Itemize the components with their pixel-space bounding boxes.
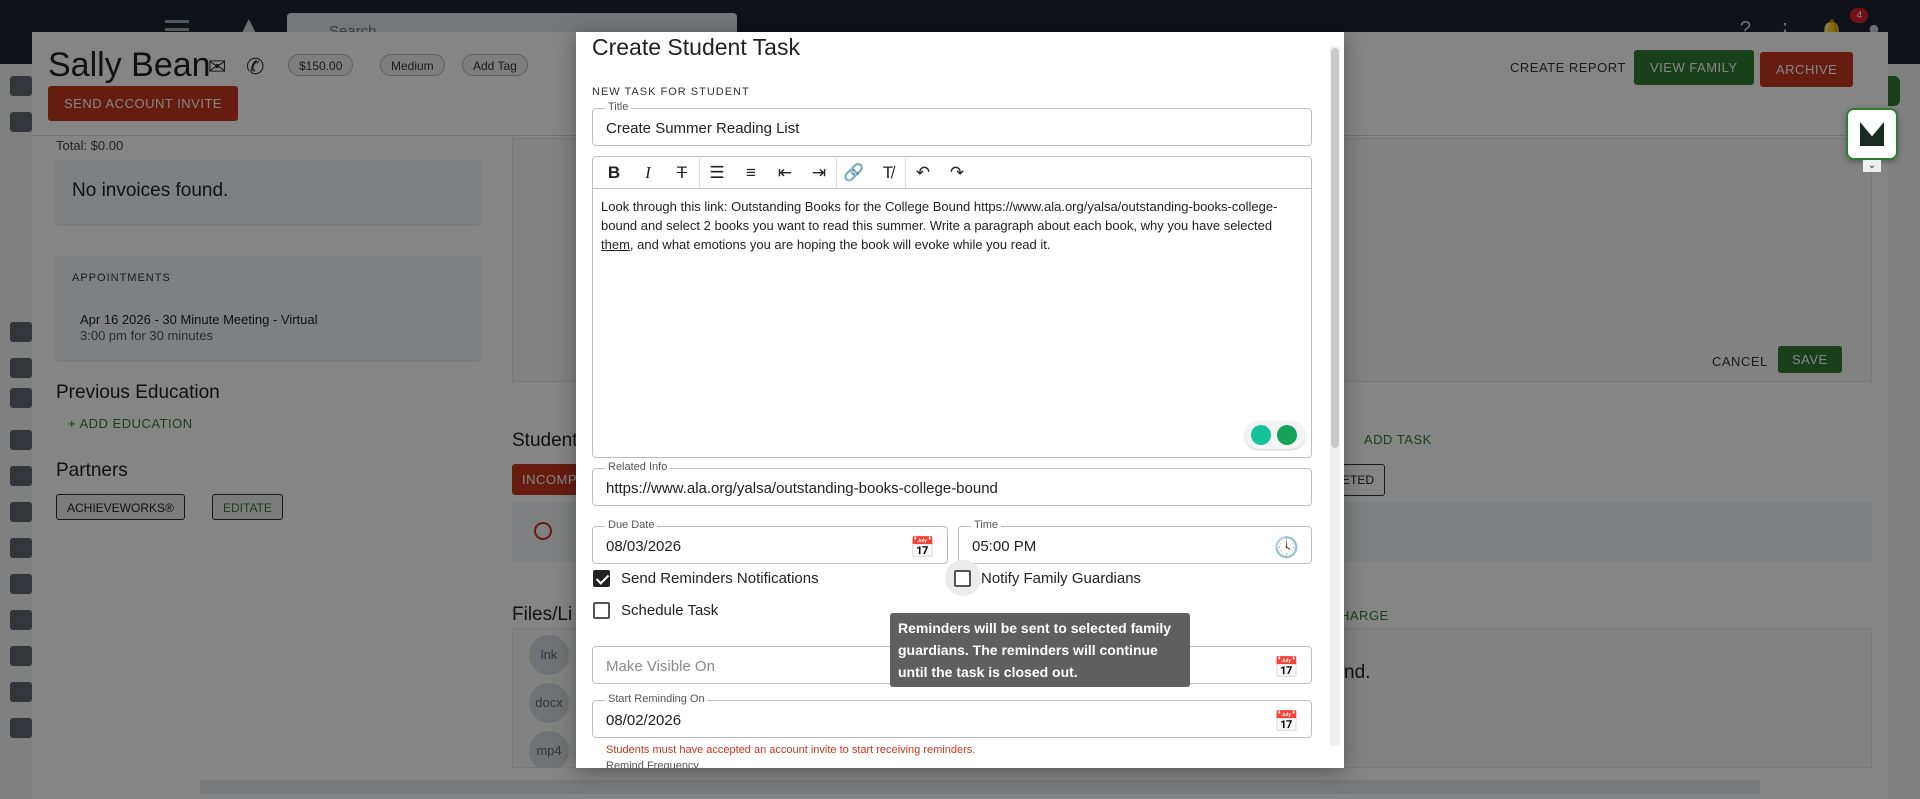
task-description-editor[interactable]: Look through this link: Outstanding Book… xyxy=(592,188,1312,458)
send-reminders-label[interactable]: Send Reminders Notifications xyxy=(621,570,819,587)
notify-guardians-checkbox[interactable] xyxy=(954,570,971,587)
description-text-underlined: them xyxy=(601,237,630,252)
related-info-label: Related Info xyxy=(605,461,671,473)
grammarly-bulb-icon[interactable] xyxy=(1251,425,1271,445)
calendar-icon[interactable]: 📅 xyxy=(910,535,935,560)
reminder-warning-text: Students must have accepted an account i… xyxy=(606,744,976,756)
numbered-list-icon[interactable]: ≡ xyxy=(734,158,768,188)
start-reminding-on-field[interactable]: Start Reminding On 08/02/2026 📅 xyxy=(592,693,1312,738)
bulleted-list-icon[interactable]: ☰ xyxy=(700,158,734,188)
schedule-task-checkbox[interactable] xyxy=(593,602,610,619)
bold-icon[interactable]: B xyxy=(597,158,631,188)
remind-frequency-label: Remind Frequency xyxy=(606,760,699,768)
task-title-label: Title xyxy=(605,101,632,113)
italic-icon[interactable]: I xyxy=(631,158,665,188)
dialog-subheading: NEW TASK FOR STUDENT xyxy=(592,86,750,98)
task-title-field[interactable]: Title Create Summer Reading List xyxy=(592,101,1312,146)
due-date-label: Due Date xyxy=(605,519,658,531)
notify-guardians-label[interactable]: Notify Family Guardians xyxy=(981,570,1141,587)
description-text-part2: , and what emotions you are hoping the b… xyxy=(629,237,1051,252)
grammarly-icon[interactable] xyxy=(1277,425,1297,445)
related-info-field[interactable]: Related Info https://www.ala.org/yalsa/o… xyxy=(592,461,1312,506)
send-reminders-checkbox[interactable] xyxy=(593,570,610,587)
chevron-down-icon[interactable]: ⌄ xyxy=(1863,160,1881,172)
due-date-field[interactable]: Due Date 08/03/2026 📅 xyxy=(592,519,948,564)
calendar-icon[interactable]: 📅 xyxy=(1274,709,1299,734)
related-info-value: https://www.ala.org/yalsa/outstanding-bo… xyxy=(606,480,998,497)
strikethrough-icon[interactable]: T xyxy=(665,158,699,188)
feedback-widget-icon[interactable] xyxy=(1846,108,1898,160)
due-date-value: 08/03/2026 xyxy=(606,538,682,555)
start-reminding-value: 08/02/2026 xyxy=(606,712,682,729)
time-value: 05:00 PM xyxy=(972,538,1037,555)
start-reminding-label: Start Reminding On xyxy=(605,693,708,705)
grammarly-widget[interactable] xyxy=(1245,421,1305,449)
notify-guardians-tooltip: Reminders will be sent to selected famil… xyxy=(890,613,1190,687)
time-field[interactable]: Time 05:00 PM 🕓 xyxy=(958,519,1312,564)
clock-icon[interactable]: 🕓 xyxy=(1274,535,1299,560)
dialog-title: Create Student Task xyxy=(592,34,800,60)
outdent-icon[interactable]: ⇤ xyxy=(768,158,802,188)
description-text-part1: Look through this link: Outstanding Book… xyxy=(601,199,1278,233)
indent-icon[interactable]: ⇥ xyxy=(802,158,836,188)
undo-icon[interactable]: ↶ xyxy=(906,158,940,188)
dialog-scrollbar[interactable] xyxy=(1330,46,1340,746)
calendar-icon[interactable]: 📅 xyxy=(1274,655,1299,680)
task-title-value: Create Summer Reading List xyxy=(606,120,800,137)
editor-toolbar: B I T ☰ ≡ ⇤ ⇥ 🔗 T̸ ↶ ↷ xyxy=(592,156,1312,188)
redo-icon[interactable]: ↷ xyxy=(940,158,974,188)
clear-format-icon[interactable]: T̸ xyxy=(871,158,905,188)
time-label: Time xyxy=(971,519,1002,531)
schedule-task-label[interactable]: Schedule Task xyxy=(621,602,718,619)
link-icon[interactable]: 🔗 xyxy=(837,158,871,188)
make-visible-on-placeholder: Make Visible On xyxy=(606,658,715,675)
